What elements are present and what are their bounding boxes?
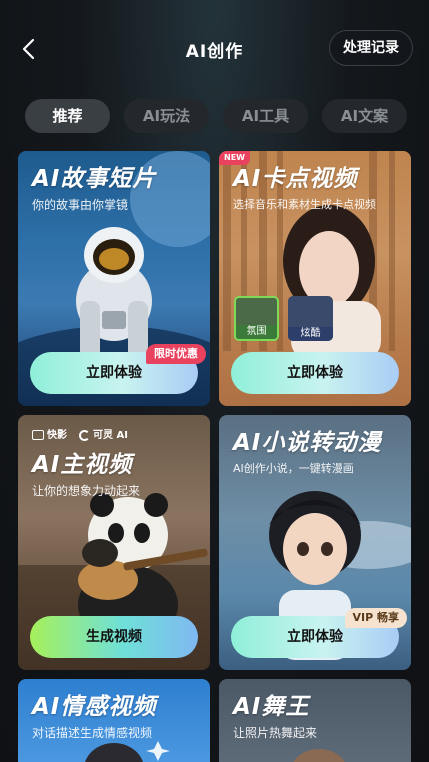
card-subtitle: 你的故事由你掌镜: [32, 198, 129, 212]
brand-label: 可灵 AI: [93, 430, 128, 441]
card-subtitle: 让照片热舞起来: [233, 726, 318, 740]
card-title: AI主视频: [32, 452, 133, 478]
card-subtitle: 选择音乐和素材生成卡点视频: [233, 198, 376, 211]
card-ai-beat-video[interactable]: AI卡点视频 选择音乐和素材生成卡点视频 NEW 氛围 炫酷 立即体验: [219, 151, 411, 406]
kling-icon: [79, 429, 90, 441]
brand-row: 快影 可灵 AI: [32, 426, 128, 441]
card-ai-story-short[interactable]: AI故事短片 你的故事由你掌镜 立即体验 限时优惠: [18, 151, 210, 406]
card-ai-main-video[interactable]: 快影 可灵 AI AI主视频 让你的想象力动起来 生成视频: [18, 415, 210, 670]
card-subtitle: 对话描述生成情感视频: [32, 726, 153, 740]
card-title: AI舞王: [233, 694, 310, 720]
top-bar: AI创作 处理记录: [0, 28, 429, 68]
kuaiying-icon: [32, 430, 44, 440]
category-tabs: 推荐 AI玩法 AI工具 AI文案: [25, 99, 407, 135]
brand-label: 快影: [47, 430, 67, 441]
card-ai-emotion-video[interactable]: AI情感视频 对话描述生成情感视频: [18, 679, 210, 762]
template-label: 氛围: [236, 325, 277, 339]
limited-offer-badge: 限时优惠: [146, 344, 206, 364]
card-title: AI情感视频: [32, 694, 157, 720]
card-title: AI卡点视频: [233, 166, 358, 192]
records-button[interactable]: 处理记录: [329, 30, 413, 66]
tab-ai-tools[interactable]: AI工具: [223, 99, 308, 133]
card-title: AI故事短片: [32, 166, 157, 192]
template-thumb-cool[interactable]: 炫酷: [288, 296, 333, 341]
template-label: 炫酷: [288, 327, 333, 341]
generate-video-button[interactable]: 生成视频: [30, 616, 198, 658]
tab-ai-play[interactable]: AI玩法: [124, 99, 209, 133]
tab-recommended[interactable]: 推荐: [25, 99, 110, 133]
tab-ai-copywriting[interactable]: AI文案: [322, 99, 407, 133]
card-ai-dance-king[interactable]: AI舞王 让照片热舞起来: [219, 679, 411, 762]
vip-badge: VIP 畅享: [344, 608, 407, 628]
card-subtitle: AI创作小说，一键转漫画: [233, 462, 354, 475]
template-thumb-ambience[interactable]: 氛围: [234, 296, 279, 341]
new-badge: NEW: [219, 151, 250, 165]
card-subtitle: 让你的想象力动起来: [32, 484, 141, 498]
card-title: AI小说转动漫: [233, 430, 382, 456]
try-now-button[interactable]: 立即体验: [231, 352, 399, 394]
card-ai-novel-to-anime[interactable]: AI小说转动漫 AI创作小说，一键转漫画 立即体验 VIP 畅享: [219, 415, 411, 670]
